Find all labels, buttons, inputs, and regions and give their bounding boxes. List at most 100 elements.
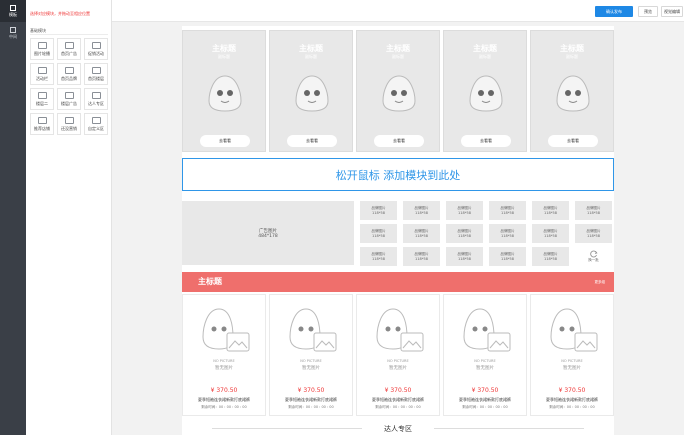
module-recommended-shops[interactable]: 推荐店铺	[30, 113, 54, 135]
refresh-label: 换一批	[588, 258, 599, 262]
hero-card[interactable]: 主标题 副标题 去看看	[182, 30, 266, 152]
preview-button[interactable]: 预览	[638, 6, 658, 17]
no-picture-cn: 暂无图片	[215, 366, 233, 371]
ad-image-placeholder[interactable]: 广告图片 484*178	[182, 201, 354, 265]
module-promotion[interactable]: 促销活动	[84, 38, 108, 60]
brand-tile[interactable]: 品牌图片 118*58	[575, 224, 612, 243]
module-grid: 图片轮播 首页广告 促销活动 活动栏 首页品牌 首页楼层 楼层二 楼层广告 达人…	[30, 38, 108, 135]
product-name: 夏季短袖连衣裙新款打底裙裤	[546, 397, 598, 402]
hero-title: 主标题	[212, 44, 236, 53]
brand-size: 118*58	[501, 256, 514, 261]
hero-button[interactable]: 去看看	[200, 135, 250, 147]
visual-edit-button[interactable]: 视觉编辑	[661, 6, 683, 17]
brand-tile[interactable]: 品牌图片 118*58	[489, 224, 526, 243]
product-price: ¥ 370.50	[558, 387, 586, 394]
module-expert-zone[interactable]: 达人专区	[84, 88, 108, 110]
no-picture-cn: 暂无图片	[389, 366, 407, 371]
rail-item-middle[interactable]: 中间	[0, 22, 26, 44]
module-activity-bar[interactable]: 活动栏	[30, 63, 54, 85]
no-picture-icon	[463, 308, 511, 352]
divider	[434, 428, 584, 429]
module-image-carousel[interactable]: 图片轮播	[30, 38, 54, 60]
shop-icon	[37, 116, 47, 124]
brand-tile[interactable]: 品牌图片 118*58	[360, 247, 397, 266]
hero-card[interactable]: 主标题 副标题 去看看	[530, 30, 614, 152]
floor-title: 主标题	[198, 277, 222, 286]
hero-button[interactable]: 去看看	[548, 135, 598, 147]
brand-tile[interactable]: 品牌图片 118*58	[489, 201, 526, 220]
product-card[interactable]: NO PICTURE 暂无图片 ¥ 370.50 夏季短袖连衣裙新款打底裙裤 剩…	[530, 294, 614, 416]
brand-grid: 品牌图片 118*58 品牌图片 118*58 品牌图片 118*58 品牌图片 118…	[360, 201, 612, 266]
floor-header: 主标题 更多组	[182, 272, 614, 292]
hero-title: 主标题	[560, 44, 584, 53]
rail-item-template[interactable]: 模板	[0, 0, 26, 22]
brand-tile[interactable]: 品牌图片 118*58	[360, 201, 397, 220]
hero-subtitle: 副标题	[566, 54, 578, 59]
divider	[30, 34, 108, 35]
module-label: 首页品牌	[61, 75, 77, 81]
brand-size: 118*58	[372, 233, 385, 238]
brand-size: 118*58	[587, 233, 600, 238]
module-label: 楼层二	[36, 100, 48, 106]
product-card[interactable]: NO PICTURE 暂无图片 ¥ 370.50 夏季短袖连衣裙新款打底裙裤 剩…	[182, 294, 266, 416]
brand-tile[interactable]: 品牌图片 118*58	[403, 224, 440, 243]
refresh-button[interactable]: 换一批	[575, 247, 612, 266]
brand-tile[interactable]: 品牌图片 118*58	[446, 224, 483, 243]
product-card[interactable]: NO PICTURE 暂无图片 ¥ 370.50 夏季短袖连衣裙新款打底裙裤 剩…	[356, 294, 440, 416]
hero-card[interactable]: 主标题 副标题 去看看	[356, 30, 440, 152]
module-home-floor[interactable]: 首页楼层	[84, 63, 108, 85]
module-label: 促销活动	[88, 50, 104, 56]
no-picture-en: NO PICTURE	[561, 359, 583, 363]
editor-canvas: 主标题 副标题 去看看 主标题 副标题 去看看 主标题 副标题 去看看 主标题 …	[182, 26, 614, 435]
brand-tile[interactable]: 品牌图片 118*58	[489, 247, 526, 266]
brand-tile[interactable]: 品牌图片 118*58	[403, 201, 440, 220]
brand-tile[interactable]: 品牌图片 118*58	[446, 247, 483, 266]
brand-size: 118*58	[501, 210, 514, 215]
module-label: 活动栏	[36, 75, 48, 81]
refresh-icon	[589, 250, 598, 258]
module-label: 楼层广告	[61, 100, 77, 106]
module-custom-area[interactable]: 自定义区	[84, 113, 108, 135]
publish-button[interactable]: 确认发布	[595, 6, 633, 17]
product-countdown: 剩余时间：00 : 00 : 00 : 00	[201, 405, 247, 409]
product-countdown: 剩余时间：00 : 00 : 00 : 00	[375, 405, 421, 409]
rail-label: 模板	[9, 11, 17, 17]
hero-card[interactable]: 主标题 副标题 去看看	[269, 30, 353, 152]
brand-tile[interactable]: 品牌图片 118*58	[532, 224, 569, 243]
product-card[interactable]: NO PICTURE 暂无图片 ¥ 370.50 夏季短袖连衣裙新款打底裙裤 剩…	[269, 294, 353, 416]
product-name: 夏季短袖连衣裙新款打底裙裤	[285, 397, 337, 402]
hero-subtitle: 副标题	[479, 54, 491, 59]
brand-size: 118*58	[372, 210, 385, 215]
module-marketing[interactable]: 还没营销	[57, 113, 81, 135]
module-home-brand[interactable]: 首页品牌	[57, 63, 81, 85]
drop-zone[interactable]: 松开鼠标 添加模块到此处	[182, 158, 614, 191]
no-picture-en: NO PICTURE	[387, 359, 409, 363]
rail-label: 中间	[9, 33, 17, 39]
brand-size: 118*58	[544, 256, 557, 261]
brand-tile[interactable]: 品牌图片 118*58	[403, 247, 440, 266]
module-panel: 选择对应模块，并拖动至相应位置 基础模块 图片轮播 首页广告 促销活动 活动栏 …	[26, 0, 112, 435]
brand-tile[interactable]: 品牌图片 118*58	[360, 224, 397, 243]
mascot-icon	[469, 75, 503, 112]
brand-tile[interactable]: 品牌图片 118*58	[532, 201, 569, 220]
hero-module[interactable]: 主标题 副标题 去看看 主标题 副标题 去看看 主标题 副标题 去看看 主标题 …	[182, 30, 614, 152]
product-name: 夏季短袖连衣裙新款打底裙裤	[372, 397, 424, 402]
module-floor-two[interactable]: 楼层二	[30, 88, 54, 110]
hero-button[interactable]: 去看看	[461, 135, 511, 147]
hero-button[interactable]: 去看看	[287, 135, 337, 147]
floor-more-link[interactable]: 更多组	[595, 280, 606, 285]
module-floor-ad[interactable]: 楼层广告	[57, 88, 81, 110]
hero-card[interactable]: 主标题 副标题 去看看	[443, 30, 527, 152]
brand-tile[interactable]: 品牌图片 118*58	[532, 247, 569, 266]
product-card[interactable]: NO PICTURE 暂无图片 ¥ 370.50 夏季短袖连衣裙新款打底裙裤 剩…	[443, 294, 527, 416]
brand-tile[interactable]: 品牌图片 118*58	[575, 201, 612, 220]
product-name: 夏季短袖连衣裙新款打底裙裤	[198, 397, 250, 402]
module-home-ad[interactable]: 首页广告	[57, 38, 81, 60]
mascot-icon	[382, 75, 416, 112]
product-name: 夏季短袖连衣裙新款打底裙裤	[459, 397, 511, 402]
brand-size: 118*58	[458, 210, 471, 215]
no-picture-icon	[289, 308, 337, 352]
brand-tile[interactable]: 品牌图片 118*58	[446, 201, 483, 220]
hero-button[interactable]: 去看看	[374, 135, 424, 147]
edit-icon	[91, 116, 101, 124]
